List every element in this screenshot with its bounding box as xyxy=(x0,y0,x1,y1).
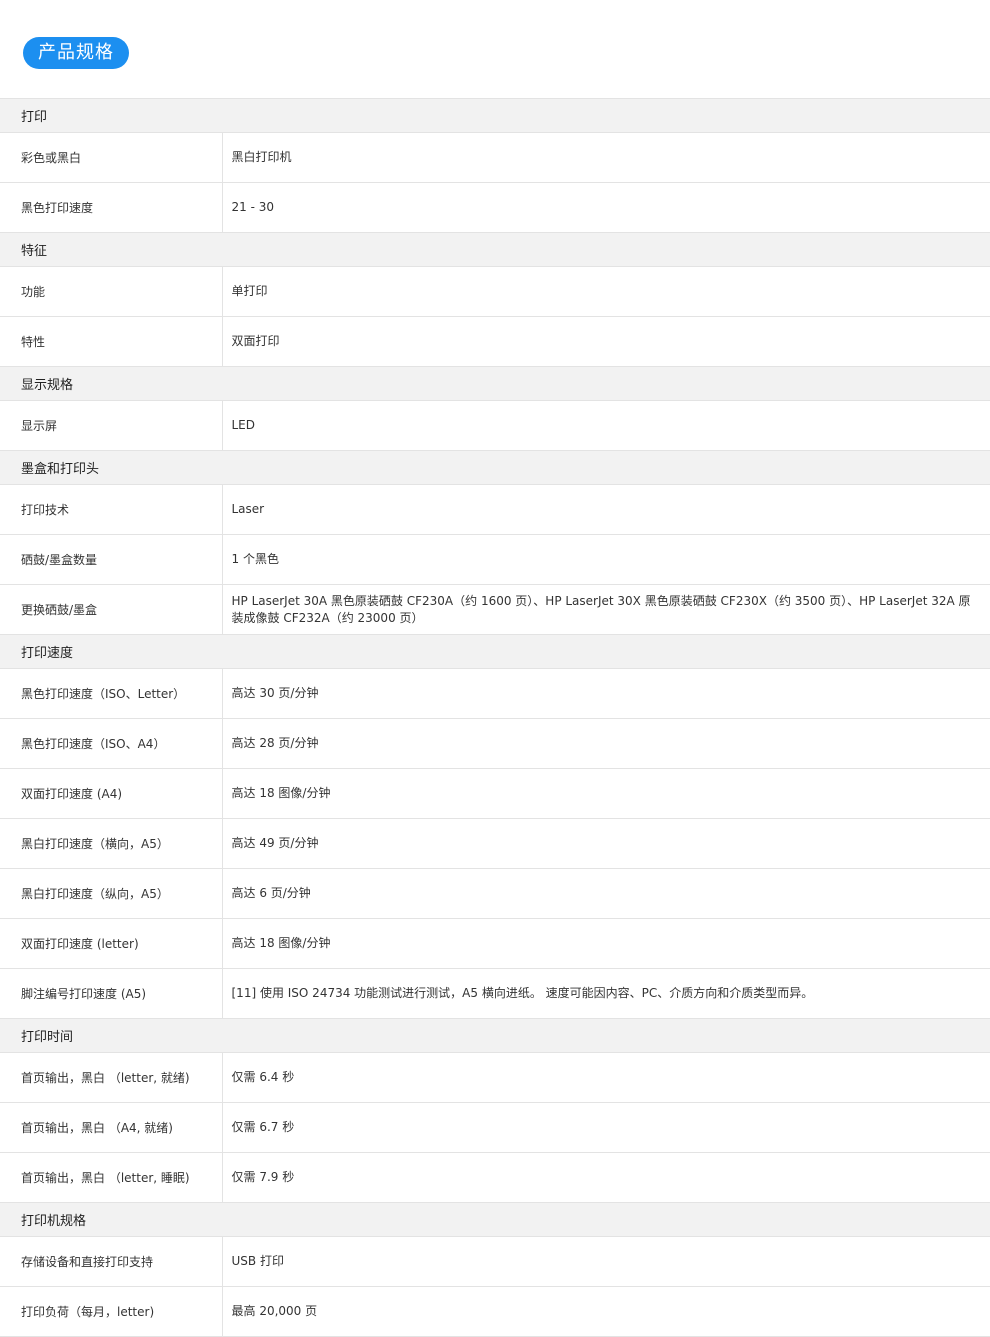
section-header-row: 打印 xyxy=(0,98,990,133)
spec-label: 双面打印速度 (letter) xyxy=(0,918,223,969)
section-header-row: 打印速度 xyxy=(0,634,990,669)
page-title-badge: 产品规格 xyxy=(23,37,129,69)
spec-value: LED xyxy=(222,400,990,451)
section-heading: 打印机规格 xyxy=(0,1202,990,1237)
section-header-row: 特征 xyxy=(0,232,990,267)
spec-label: 打印负荷（每月，letter) xyxy=(0,1286,223,1337)
spec-value: [11] 使用 ISO 24734 功能测试进行测试，A5 横向进纸。 速度可能… xyxy=(222,968,990,1019)
section-header-row: 打印机规格 xyxy=(0,1202,990,1237)
spec-value: USB 打印 xyxy=(222,1236,990,1287)
spec-row: 双面打印速度 (A4) 高达 18 图像/分钟 xyxy=(0,768,990,819)
spec-label: 黑色打印速度 xyxy=(0,182,223,233)
spec-value: 1 个黑色 xyxy=(222,534,990,585)
spec-label: 双面打印速度 (A4) xyxy=(0,768,223,819)
spec-value: 仅需 6.4 秒 xyxy=(222,1052,990,1103)
spec-row: 首页输出，黑白 （A4, 就绪) 仅需 6.7 秒 xyxy=(0,1102,990,1153)
section-heading: 墨盒和打印头 xyxy=(0,450,990,485)
section-heading: 特征 xyxy=(0,232,990,267)
section-heading: 打印 xyxy=(0,98,990,133)
spec-value: 最高 20,000 页 xyxy=(222,1286,990,1337)
spec-label: 硒鼓/墨盒数量 xyxy=(0,534,223,585)
spec-value: Laser xyxy=(222,484,990,535)
spec-label: 功能 xyxy=(0,266,223,317)
spec-row: 首页输出，黑白 （letter, 睡眠) 仅需 7.9 秒 xyxy=(0,1152,990,1203)
spec-row: 存储设备和直接打印支持 USB 打印 xyxy=(0,1236,990,1287)
spec-value: 黑白打印机 xyxy=(222,132,990,183)
spec-row: 打印负荷（每月，letter) 最高 20,000 页 xyxy=(0,1286,990,1337)
spec-value: 高达 28 页/分钟 xyxy=(222,718,990,769)
spec-label: 脚注编号打印速度 (A5) xyxy=(0,968,223,1019)
spec-value: HP LaserJet 30A 黑色原装硒鼓 CF230A（约 1600 页）、… xyxy=(222,584,990,635)
spec-row: 打印技术 Laser xyxy=(0,484,990,535)
spec-label: 黑色打印速度（ISO、Letter） xyxy=(0,668,223,719)
spec-value: 仅需 7.9 秒 xyxy=(222,1152,990,1203)
spec-row: 功能 单打印 xyxy=(0,266,990,317)
spec-label: 显示屏 xyxy=(0,400,223,451)
section-heading: 打印时间 xyxy=(0,1018,990,1053)
spec-label: 存储设备和直接打印支持 xyxy=(0,1236,223,1287)
spec-row: 黑白打印速度（纵向，A5） 高达 6 页/分钟 xyxy=(0,868,990,919)
spec-value: 双面打印 xyxy=(222,316,990,367)
spec-label: 打印技术 xyxy=(0,484,223,535)
spec-value: 21 - 30 xyxy=(222,182,990,233)
spec-row: 特性 双面打印 xyxy=(0,316,990,367)
spec-label: 彩色或黑白 xyxy=(0,132,223,183)
spec-label: 特性 xyxy=(0,316,223,367)
spec-value: 高达 6 页/分钟 xyxy=(222,868,990,919)
spec-row: 黑色打印速度（ISO、Letter） 高达 30 页/分钟 xyxy=(0,668,990,719)
spec-row: 黑白打印速度（横向，A5） 高达 49 页/分钟 xyxy=(0,818,990,869)
section-heading: 打印速度 xyxy=(0,634,990,669)
spec-row: 黑色打印速度 21 - 30 xyxy=(0,182,990,233)
spec-value: 仅需 6.7 秒 xyxy=(222,1102,990,1153)
section-header-row: 显示规格 xyxy=(0,366,990,401)
spec-row: 首页输出，黑白 （letter, 就绪) 仅需 6.4 秒 xyxy=(0,1052,990,1103)
spec-value: 高达 18 图像/分钟 xyxy=(222,768,990,819)
spec-label: 首页输出，黑白 （A4, 就绪) xyxy=(0,1102,223,1153)
spec-label: 黑色打印速度（ISO、A4） xyxy=(0,718,223,769)
spec-value: 高达 49 页/分钟 xyxy=(222,818,990,869)
spec-label: 更换硒鼓/墨盒 xyxy=(0,584,223,635)
spec-value: 高达 18 图像/分钟 xyxy=(222,918,990,969)
spec-row: 双面打印速度 (letter) 高达 18 图像/分钟 xyxy=(0,918,990,969)
spec-label: 黑白打印速度（纵向，A5） xyxy=(0,868,223,919)
spec-label: 黑白打印速度（横向，A5） xyxy=(0,818,223,869)
spec-label: 首页输出，黑白 （letter, 就绪) xyxy=(0,1052,223,1103)
spec-label: 首页输出，黑白 （letter, 睡眠) xyxy=(0,1152,223,1203)
spec-table: 打印 彩色或黑白 黑白打印机 黑色打印速度 21 - 30 特征 功能 单打印 特性 双面打印 显示… xyxy=(0,98,990,1337)
spec-row: 更换硒鼓/墨盒 HP LaserJet 30A 黑色原装硒鼓 CF230A（约 1… xyxy=(0,584,990,635)
spec-row: 硒鼓/墨盒数量 1 个黑色 xyxy=(0,534,990,585)
spec-row: 黑色打印速度（ISO、A4） 高达 28 页/分钟 xyxy=(0,718,990,769)
spec-row: 脚注编号打印速度 (A5) [11] 使用 ISO 24734 功能测试进行测试，… xyxy=(0,968,990,1019)
header: 产品规格 xyxy=(0,0,990,98)
section-header-row: 墨盒和打印头 xyxy=(0,450,990,485)
spec-row: 彩色或黑白 黑白打印机 xyxy=(0,132,990,183)
spec-row: 显示屏 LED xyxy=(0,400,990,451)
section-header-row: 打印时间 xyxy=(0,1018,990,1053)
spec-value: 单打印 xyxy=(222,266,990,317)
spec-value: 高达 30 页/分钟 xyxy=(222,668,990,719)
section-heading: 显示规格 xyxy=(0,366,990,401)
